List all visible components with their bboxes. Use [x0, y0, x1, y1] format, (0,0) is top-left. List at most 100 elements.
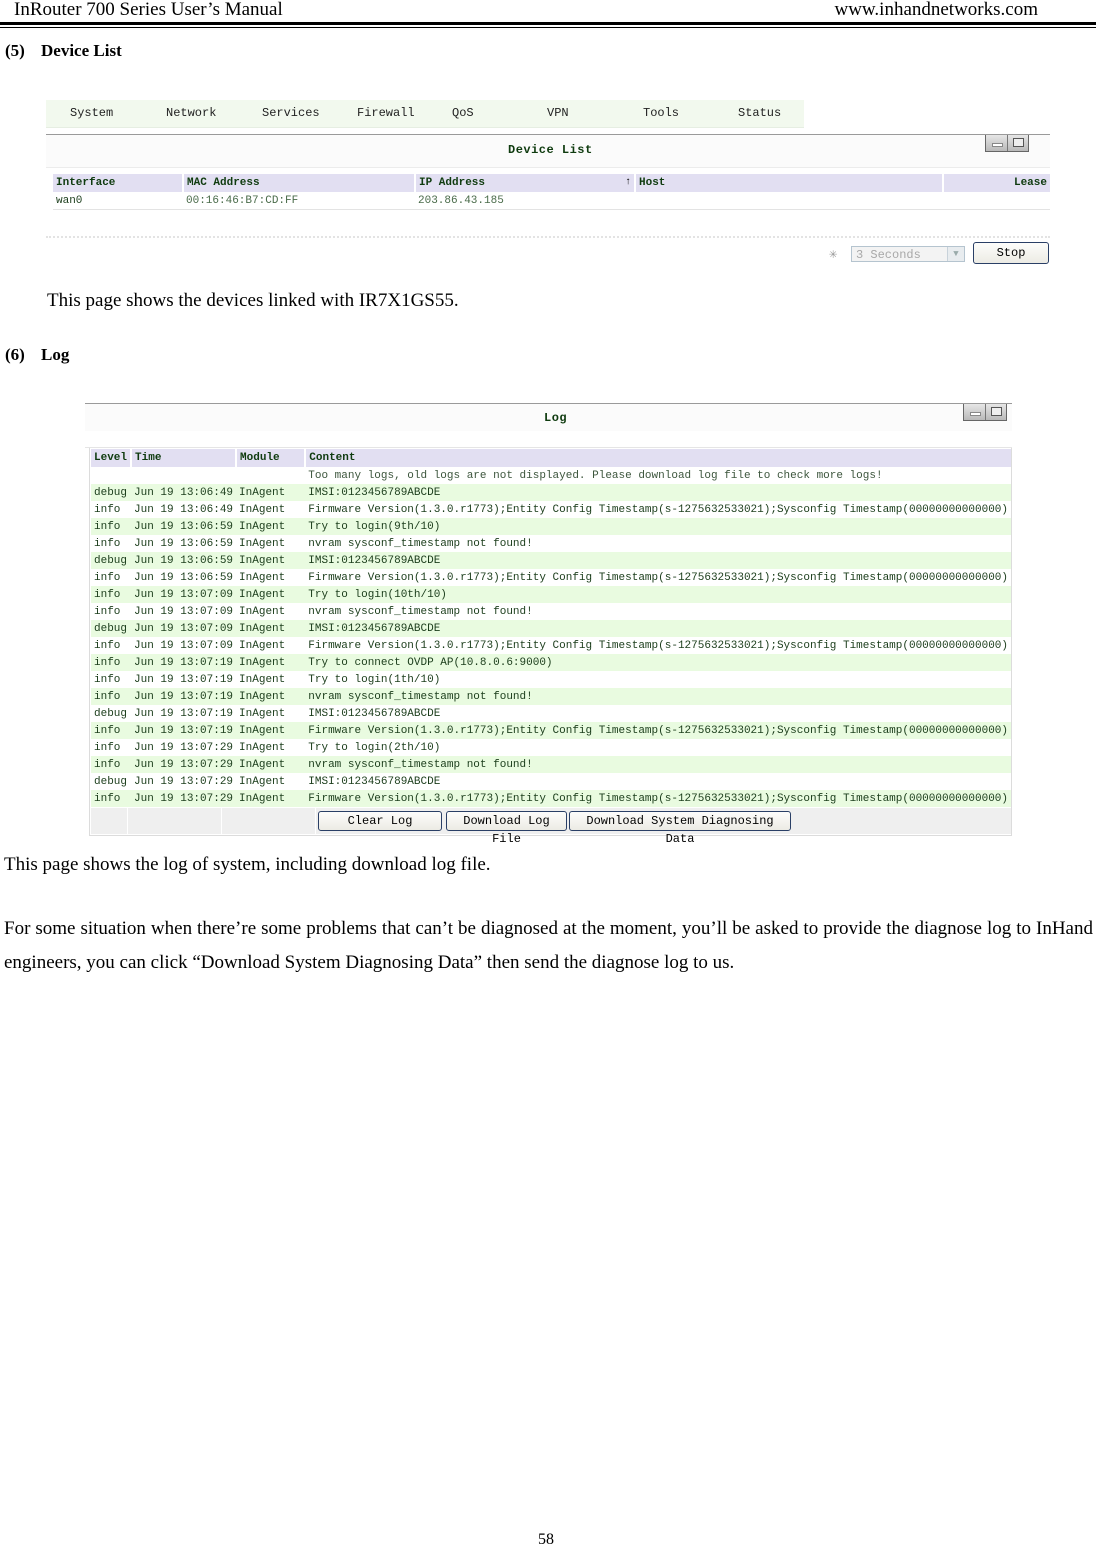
cell-content: Firmware Version(1.3.0.r1773);Entity Con…	[308, 503, 1008, 516]
section-title: Log	[41, 345, 70, 364]
cell-content: IMSI:0123456789ABCDE	[308, 707, 441, 720]
cell-content: IMSI:0123456789ABCDE	[305, 620, 1011, 637]
cell-module	[236, 467, 305, 484]
cell-module: InAgent	[236, 756, 306, 773]
log-row: info Jun 19 13:07:09 InAgent nvram sysconf_…	[91, 603, 1011, 620]
column-separator	[127, 808, 128, 834]
nav-vpn[interactable]: VPN	[547, 106, 569, 120]
column-separator	[315, 808, 316, 834]
log-row: info Jun 19 13:07:09 InAgent Try to login(1…	[91, 586, 1011, 603]
cell-time: Jun 19 13:07:29	[134, 775, 234, 788]
cell-content: IMSI:0123456789ABCDE	[305, 484, 1011, 501]
log-row: info Jun 19 13:07:29 InAgent Try to login(2…	[91, 739, 1011, 756]
nav-network[interactable]: Network	[166, 106, 216, 120]
log-actions: Clear Log Download Log File Download Sys…	[91, 808, 1011, 846]
download-diagnosing-data-button[interactable]: Download System Diagnosing Data	[569, 811, 791, 846]
manual-title: InRouter 700 Series User’s Manual	[14, 0, 283, 20]
column-ip-address[interactable]: IP Address ↑	[415, 174, 636, 192]
maximize-icon	[990, 407, 1002, 416]
cell-content: Try to connect OVDP AP(10.8.0.6:9000)	[305, 654, 1011, 671]
cell-module: InAgent	[236, 722, 306, 739]
nav-firewall[interactable]: Firewall	[357, 106, 415, 120]
nav-status[interactable]: Status	[738, 106, 781, 120]
cell-level: info	[94, 605, 121, 618]
cell-module: InAgent	[236, 518, 306, 535]
cell-time: Jun 19 13:07:19	[134, 707, 234, 720]
log-row: debug Jun 19 13:06:49 InAgent IMSI:01234567…	[91, 484, 1011, 501]
cell-time: Jun 19 13:07:19	[131, 722, 237, 739]
log-row: info Jun 19 13:07:29 InAgent Firmware Versi…	[91, 790, 1011, 807]
header-rule-thin	[0, 27, 1096, 28]
refresh-interval-select[interactable]: 3 Seconds ▼	[851, 246, 965, 262]
device-list-description: This page shows the devices linked with …	[47, 290, 459, 311]
cell-interface: wan0	[56, 194, 83, 207]
cell-ip: 203.86.43.185	[418, 194, 504, 207]
log-notice-row: Too many logs, old logs are not displaye…	[91, 467, 1011, 484]
maximize-icon	[1012, 138, 1024, 147]
maximize-button[interactable]	[1008, 135, 1029, 151]
cell-time: Jun 19 13:06:49	[134, 503, 234, 516]
cell-module: InAgent	[239, 775, 286, 788]
sort-ascending-icon[interactable]: ↑	[625, 177, 631, 188]
nav-system[interactable]: System	[70, 106, 113, 120]
cell-time: Jun 19 13:06:59	[131, 552, 237, 569]
table-row: wan0 00:16:46:B7:CD:FF 203.86.43.185	[53, 192, 1050, 210]
header-rule	[0, 22, 1096, 25]
cell-module: InAgent	[236, 620, 306, 637]
column-ip-label: IP Address	[419, 177, 486, 189]
log-row: info Jun 19 13:07:19 InAgent Firmware Versi…	[91, 722, 1011, 739]
cell-content: Firmware Version(1.3.0.r1773);Entity Con…	[308, 639, 1008, 652]
column-lease[interactable]: Lease	[943, 174, 1050, 192]
cell-module: InAgent	[236, 790, 306, 807]
cell-content: nvram sysconf_timestamp not found!	[308, 605, 533, 618]
column-separator	[221, 808, 222, 834]
minimize-icon	[992, 143, 1003, 147]
cell-module: InAgent	[236, 552, 306, 569]
log-row: info Jun 19 13:07:09 InAgent Firmware Versi…	[91, 637, 1011, 654]
device-table-header: Interface MAC Address IP Address ↑ Host L…	[53, 174, 1050, 192]
nav-services[interactable]: Services	[262, 106, 320, 120]
column-module: Module	[236, 449, 307, 467]
device-table: Interface MAC Address IP Address ↑ Host L…	[53, 174, 1050, 210]
nav-tools[interactable]: Tools	[643, 106, 679, 120]
column-interface[interactable]: Interface	[53, 174, 184, 192]
cell-module: InAgent	[239, 639, 286, 652]
cell-time: Jun 19 13:07:09	[134, 605, 234, 618]
cell-module: InAgent	[239, 571, 286, 584]
cell-module: InAgent	[239, 503, 286, 516]
clear-log-button[interactable]: Clear Log	[318, 811, 442, 831]
cell-time: Jun 19 13:06:49	[131, 484, 237, 501]
maximize-button[interactable]	[986, 404, 1007, 420]
log-row: info Jun 19 13:07:19 InAgent nvram sysconf_…	[91, 688, 1011, 705]
download-log-file-button[interactable]: Download Log File	[446, 811, 567, 846]
cell-time: Jun 19 13:06:59	[134, 537, 234, 550]
minimize-icon	[970, 412, 981, 416]
cell-module: InAgent	[236, 586, 306, 603]
cell-level: info	[94, 741, 121, 754]
cell-content: Firmware Version(1.3.0.r1773);Entity Con…	[308, 571, 1008, 584]
stop-button[interactable]: Stop	[973, 242, 1049, 264]
column-level: Level	[91, 449, 133, 467]
cell-module: InAgent	[239, 707, 286, 720]
minimize-button[interactable]	[986, 135, 1008, 151]
cell-module: InAgent	[236, 484, 306, 501]
log-row: info Jun 19 13:06:49 InAgent Firmware Versi…	[91, 501, 1011, 518]
chevron-down-icon[interactable]: ▼	[947, 247, 964, 261]
cell-content: Firmware Version(1.3.0.r1773);Entity Con…	[305, 722, 1011, 739]
cell-level	[91, 467, 131, 484]
cell-content: Try to login(1th/10)	[308, 673, 441, 686]
column-mac-address[interactable]: MAC Address	[183, 174, 416, 192]
cell-module: InAgent	[236, 654, 306, 671]
cell-time: Jun 19 13:06:59	[131, 518, 237, 535]
section-heading-log: (6) Log	[5, 345, 69, 365]
cell-level: debug	[91, 620, 132, 637]
log-screenshot: Log Level Time Module Content Too many l…	[85, 403, 1012, 846]
cell-level: info	[91, 790, 132, 807]
log-row: info Jun 19 13:06:59 InAgent Firmware Versi…	[91, 569, 1011, 586]
cell-time: Jun 19 13:07:19	[131, 688, 237, 705]
column-host[interactable]: Host	[635, 174, 944, 192]
nav-qos[interactable]: QoS	[452, 106, 474, 120]
cell-time: Jun 19 13:07:19	[134, 673, 234, 686]
log-row: debug Jun 19 13:06:59 InAgent IMSI:01234567…	[91, 552, 1011, 569]
minimize-button[interactable]	[964, 404, 986, 420]
